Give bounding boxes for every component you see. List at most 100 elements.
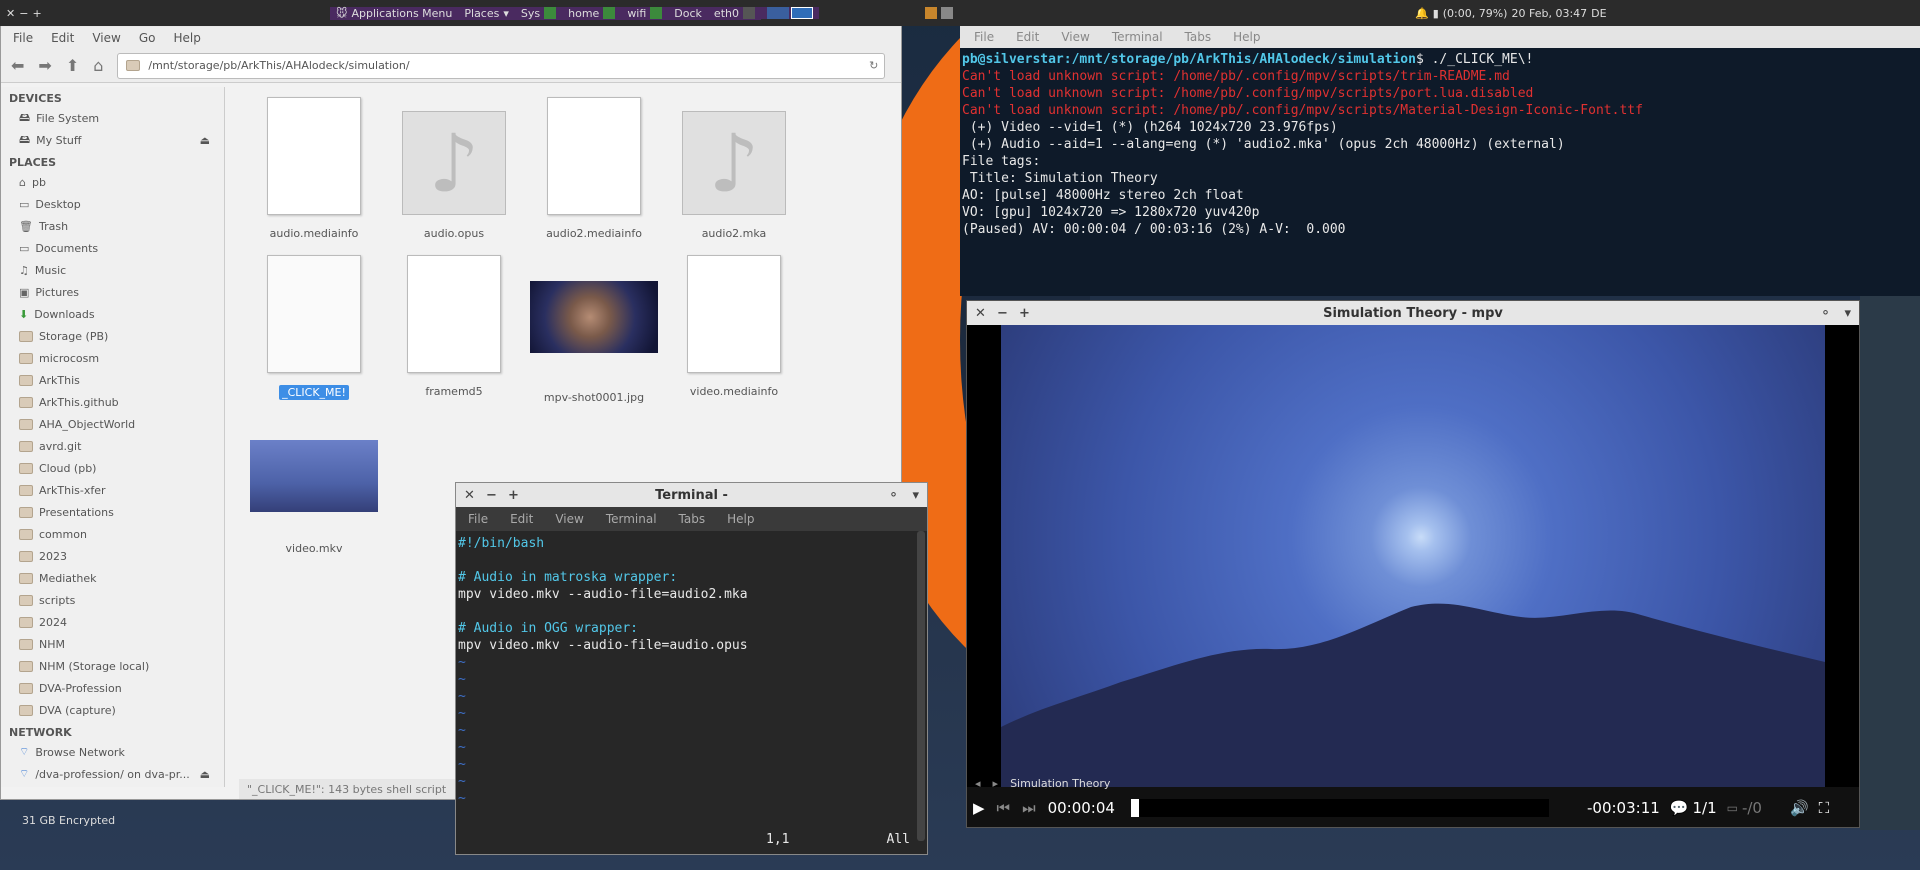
sidebar-item-place[interactable]: ⬇ Downloads <box>1 303 224 325</box>
sidebar-item-place[interactable]: 2024 <box>1 611 224 633</box>
sidebar-item-place[interactable]: Mediathek <box>1 567 224 589</box>
clock[interactable]: 20 Feb, 03:47 <box>1511 7 1587 20</box>
sidebar-item-place[interactable]: DVA (capture) <box>1 699 224 721</box>
sidebar-item-place[interactable]: ArkThis.github <box>1 391 224 413</box>
sidebar-item-place[interactable]: ♫ Music <box>1 259 224 281</box>
maximize-icon[interactable]: + <box>32 7 41 20</box>
file-item[interactable]: audio2.mediainfo <box>519 97 669 240</box>
file-item[interactable]: audio.mediainfo <box>239 97 389 240</box>
menu-help[interactable]: Help <box>173 31 200 45</box>
close-icon[interactable]: ✕ <box>6 7 15 20</box>
menu-file[interactable]: File <box>13 31 33 45</box>
up-icon[interactable]: ⬆ <box>66 56 79 75</box>
bell-icon[interactable]: 🔔 <box>1415 7 1429 20</box>
eject-icon[interactable]: ⏏ <box>200 768 210 781</box>
sidebar-item-file-system[interactable]: 🖴 File System <box>1 107 224 129</box>
sidebar-item-my-stuff[interactable]: 🖴 My Stuff ⏏ <box>1 129 224 151</box>
menu-view[interactable]: View <box>92 31 120 45</box>
audio-track[interactable]: -/0 <box>1742 799 1762 817</box>
workspace-switcher[interactable] <box>760 7 819 19</box>
menu-tabs[interactable]: Tabs <box>679 512 706 526</box>
menu-file[interactable]: File <box>468 512 488 526</box>
battery-icon[interactable]: ▮ <box>1433 7 1439 20</box>
sidebar-item-place[interactable]: ArkThis <box>1 369 224 391</box>
sidebar-item-place[interactable]: common <box>1 523 224 545</box>
menu-go[interactable]: Go <box>139 31 156 45</box>
file-item[interactable]: ♪ audio2.mka <box>659 111 809 240</box>
sidebar-item-place[interactable]: Storage (PB) <box>1 325 224 347</box>
file-item[interactable]: framemd5 <box>379 255 529 398</box>
sticky-icon[interactable]: ⚬ <box>1820 306 1831 321</box>
menu-terminal[interactable]: Terminal <box>1112 30 1163 44</box>
time-remaining[interactable]: -00:03:11 <box>1587 799 1660 817</box>
chevron-down-icon[interactable]: ▾ <box>912 488 919 503</box>
window-icon[interactable] <box>940 7 953 19</box>
home-monitor[interactable]: home <box>562 6 622 20</box>
sidebar-item-browse-network[interactable]: ⌔ Browse Network <box>1 741 224 763</box>
location-bar[interactable]: /mnt/storage/pb/ArkThis/AHAlodeck/simula… <box>117 52 886 79</box>
file-item-selected[interactable]: _CLICK_ME! <box>239 255 389 400</box>
maximize-icon[interactable]: + <box>1019 306 1030 321</box>
sidebar-item-place[interactable]: scripts <box>1 589 224 611</box>
scrollbar[interactable] <box>917 531 925 841</box>
play-icon[interactable]: ▶ <box>973 799 985 817</box>
eth0-monitor[interactable]: eth0 <box>707 6 761 20</box>
home-icon[interactable]: ⌂ <box>93 56 103 75</box>
places-menu[interactable]: Places ▾ <box>458 6 515 20</box>
next-arrow-icon[interactable]: ▸ <box>993 777 999 790</box>
window-icon[interactable] <box>924 7 937 19</box>
sidebar-item-place[interactable]: NHM <box>1 633 224 655</box>
fullscreen-icon[interactable]: ⛶ <box>1819 799 1830 817</box>
workspace-2[interactable] <box>790 7 813 19</box>
sticky-icon[interactable]: ⚬ <box>888 488 899 503</box>
eject-icon[interactable]: ⏏ <box>200 134 210 147</box>
minimize-icon[interactable]: − <box>997 306 1008 321</box>
sidebar-item-place[interactable]: NHM (Storage local) <box>1 655 224 677</box>
menu-help[interactable]: Help <box>727 512 754 526</box>
sidebar-item-place[interactable]: avrd.git <box>1 435 224 457</box>
menu-view[interactable]: View <box>1061 30 1089 44</box>
terminal-main-output[interactable]: pb@silverstar:/mnt/storage/pb/ArkThis/AH… <box>960 48 1920 238</box>
back-icon[interactable]: ⬅ <box>11 56 24 75</box>
close-icon[interactable]: ✕ <box>464 488 475 503</box>
menu-tabs[interactable]: Tabs <box>1185 30 1212 44</box>
file-item[interactable]: video.mediainfo <box>659 255 809 398</box>
keyboard-layout[interactable]: DE <box>1591 7 1606 20</box>
menu-edit[interactable]: Edit <box>510 512 533 526</box>
sidebar-item-place[interactable]: DVA-Profession <box>1 677 224 699</box>
sidebar-item-place[interactable]: Cloud (pb) <box>1 457 224 479</box>
time-position[interactable]: 00:00:04 <box>1048 799 1115 817</box>
forward-icon[interactable]: ➡ <box>38 56 51 75</box>
sidebar-item-place[interactable]: ▣ Pictures <box>1 281 224 303</box>
skip-forward-icon[interactable]: ⏭ <box>1022 799 1036 817</box>
maximize-icon[interactable]: + <box>508 488 519 503</box>
minimize-icon[interactable]: − <box>486 488 497 503</box>
sys-monitor[interactable]: Sys <box>514 6 563 20</box>
audio-track-icon[interactable]: ▭ <box>1727 801 1738 815</box>
wifi-monitor[interactable]: wifi <box>621 6 669 20</box>
sidebar-item-place[interactable]: ▭ Documents <box>1 237 224 259</box>
menu-edit[interactable]: Edit <box>1016 30 1039 44</box>
file-item[interactable]: mpv-shot0001.jpg <box>519 281 669 404</box>
prev-arrow-icon[interactable]: ◂ <box>975 777 981 790</box>
minimize-icon[interactable]: − <box>19 7 28 20</box>
sidebar-item-network-share[interactable]: ⌔/dva-profession/ on dva-pr... ⏏ <box>1 763 224 785</box>
menu-file[interactable]: File <box>974 30 994 44</box>
dock-monitor[interactable]: Dock <box>668 6 708 20</box>
menu-edit[interactable]: Edit <box>51 31 74 45</box>
sidebar-item-place[interactable]: Presentations <box>1 501 224 523</box>
seekbar[interactable] <box>1131 799 1549 817</box>
workspace-1[interactable] <box>766 7 789 19</box>
menu-terminal[interactable]: Terminal <box>606 512 657 526</box>
sidebar-item-place[interactable]: AHA_ObjectWorld <box>1 413 224 435</box>
skip-back-icon[interactable]: ⏮ <box>997 799 1011 817</box>
volume-icon[interactable]: 🔊 <box>1790 799 1809 817</box>
sidebar-item-place[interactable]: ⌂ pb <box>1 171 224 193</box>
close-icon[interactable]: ✕ <box>975 306 986 321</box>
video-frame[interactable] <box>1001 325 1825 787</box>
menu-view[interactable]: View <box>555 512 583 526</box>
applications-menu[interactable]: 🐭 Applications Menu <box>330 6 459 20</box>
sidebar-item-place[interactable]: ▭ Desktop <box>1 193 224 215</box>
file-item[interactable]: ♪ audio.opus <box>379 111 529 240</box>
sidebar-item-place[interactable]: 2023 <box>1 545 224 567</box>
